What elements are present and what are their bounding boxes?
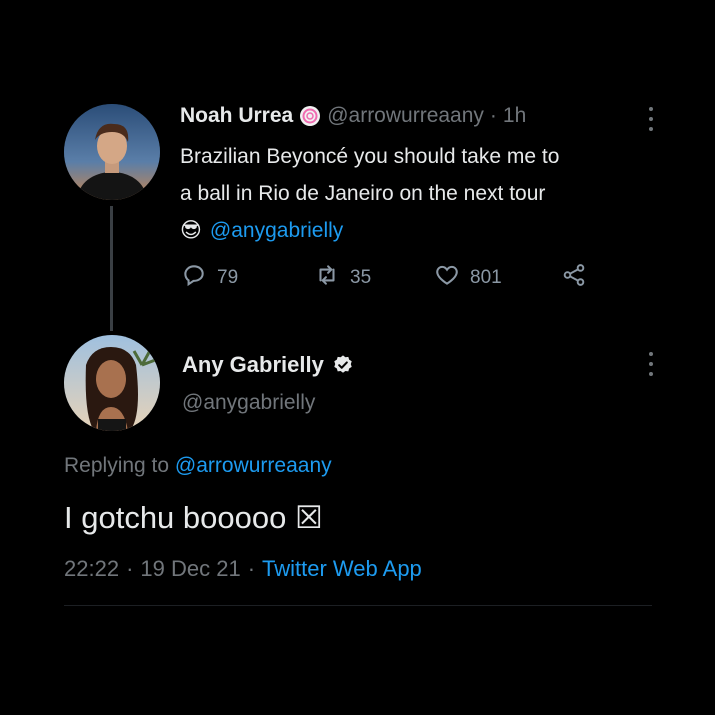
tweet-header: Noah Urrea @arrowurreaany · 1h xyxy=(180,104,526,128)
retweet-action[interactable]: 35 xyxy=(314,262,371,294)
tweet-time[interactable]: 1h xyxy=(503,104,526,128)
tweet-more-icon[interactable] xyxy=(648,107,654,131)
reply-action[interactable]: 79 xyxy=(181,262,238,294)
noah-handle[interactable]: @arrowurreaany xyxy=(327,104,484,128)
reply-date[interactable]: 19 Dec 21 xyxy=(140,556,240,582)
noah-avatar[interactable] xyxy=(64,104,160,200)
thread-connector-line xyxy=(110,206,113,331)
tweet-text-line-1: Brazilian Beyoncé you should take me to xyxy=(180,145,560,168)
share-action[interactable] xyxy=(561,262,587,294)
replying-to: Replying to @arrowurreaany xyxy=(64,454,332,478)
reply-count: 79 xyxy=(217,267,239,288)
noah-display-name[interactable]: Noah Urrea xyxy=(180,104,293,128)
reply-time[interactable]: 22:22 xyxy=(64,556,119,582)
tweet-text-line-2: a ball in Rio de Janeiro on the next tou… xyxy=(180,182,546,205)
meta-separator-1: · xyxy=(126,556,134,581)
reply-text: I gotchu booooo ☒ xyxy=(64,500,323,535)
sunglasses-emoji: 😎 xyxy=(180,219,202,242)
any-avatar[interactable] xyxy=(64,335,160,431)
like-action[interactable]: 801 xyxy=(434,262,502,294)
source-link[interactable]: Twitter Web App xyxy=(262,556,422,582)
any-handle[interactable]: @anygabrielly xyxy=(182,391,315,415)
profile-badge-icon xyxy=(299,105,321,127)
replying-handle-link[interactable]: @arrowurreaany xyxy=(175,454,332,477)
reply-header: Any Gabrielly xyxy=(182,352,354,378)
share-icon xyxy=(561,262,587,294)
retweet-count: 35 xyxy=(350,267,372,288)
verified-badge-icon xyxy=(332,354,354,376)
heart-icon xyxy=(434,262,460,294)
header-separator: · xyxy=(489,104,497,127)
tweet-text: Brazilian Beyoncé you should take me to … xyxy=(180,141,559,246)
like-count: 801 xyxy=(470,267,502,288)
meta-separator-2: · xyxy=(247,556,256,581)
replying-prefix: Replying to xyxy=(64,454,170,477)
retweet-icon xyxy=(314,262,340,294)
divider xyxy=(64,605,652,606)
any-display-name[interactable]: Any Gabrielly xyxy=(182,352,324,378)
reply-meta: 22:22 · 19 Dec 21 · Twitter Web App xyxy=(64,556,422,582)
mention-link[interactable]: @anygabrielly xyxy=(210,215,343,246)
reply-icon xyxy=(181,262,207,294)
reply-more-icon[interactable] xyxy=(648,352,654,376)
